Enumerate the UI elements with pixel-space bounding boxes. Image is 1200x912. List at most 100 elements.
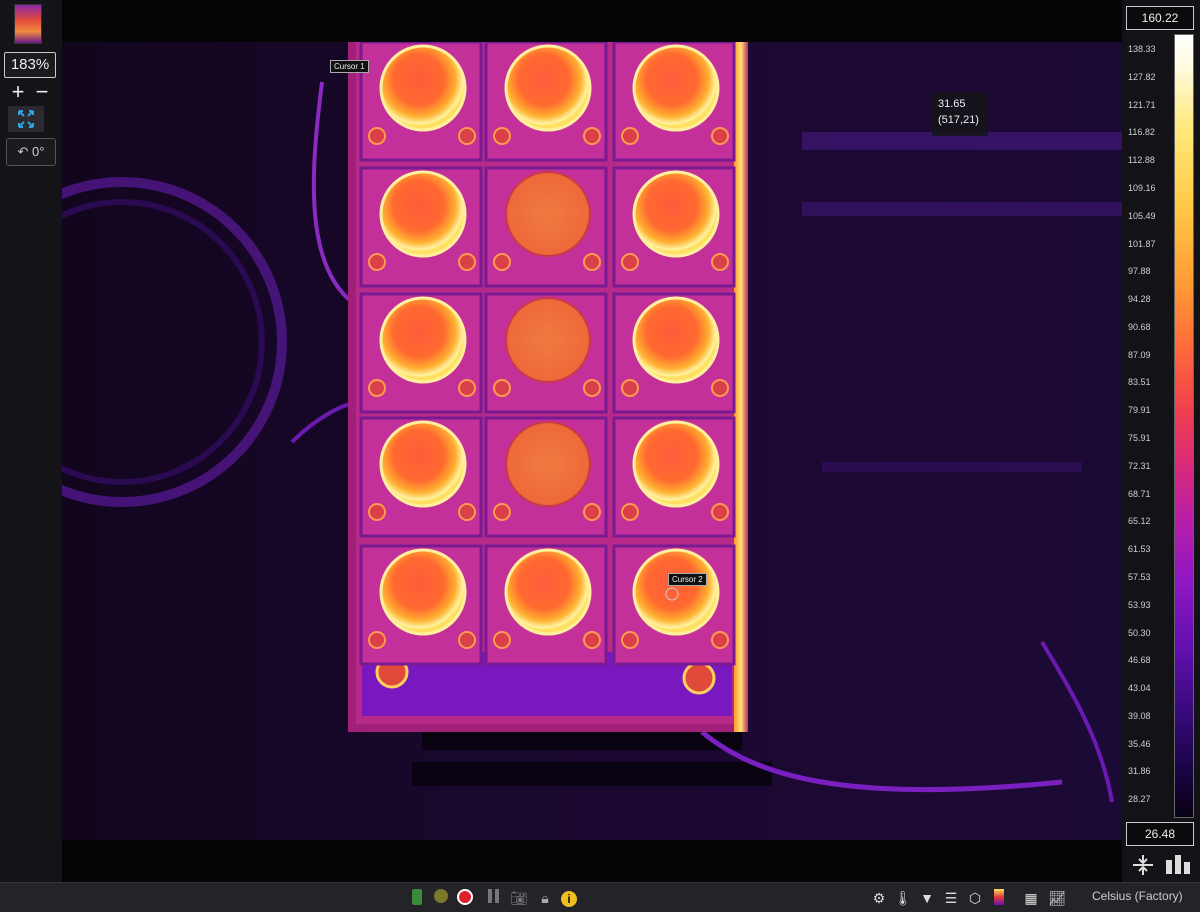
status-bar: 📷︎ 🔒︎ i ⚙ 🌡︎ ▼ ☰ ⬡ ▦ 📈︎ Celsius (Factory… (0, 882, 1200, 912)
palette-tick-label: 28.27 (1128, 794, 1151, 805)
palette-tick-label: 127.82 (1128, 71, 1156, 82)
lock-icon[interactable]: 🔒︎ (536, 889, 554, 907)
sample-disc (505, 171, 591, 257)
palette-max-value[interactable]: 160.22 (1126, 6, 1194, 30)
range-adjust-icon[interactable] (1130, 852, 1156, 878)
palette-min-value[interactable]: 26.48 (1126, 822, 1194, 846)
info-icon[interactable]: i (560, 889, 578, 907)
filter-icon[interactable]: ▼ (918, 889, 936, 907)
cursor-2-label[interactable]: Cursor 2 (668, 573, 707, 586)
screw-marker (493, 127, 511, 145)
screw-marker (621, 379, 639, 397)
palette-tick-label: 43.04 (1128, 683, 1151, 694)
screw-marker (621, 503, 639, 521)
sample-disc (632, 548, 720, 636)
palette-tick-label: 79.91 (1128, 405, 1151, 416)
minus-icon[interactable]: − (32, 81, 52, 103)
fit-to-screen-button[interactable] (8, 106, 44, 132)
readout-coordinates: (517,21) (938, 114, 979, 126)
palette-tick-label: 72.31 (1128, 460, 1151, 471)
screw-marker (711, 631, 729, 649)
left-toolbar: 183% + − ↶ 0° (0, 0, 62, 882)
palette-tick-label: 50.30 (1128, 627, 1151, 638)
record-button[interactable] (456, 889, 474, 907)
sample-disc (379, 44, 467, 132)
palette-tick-label: 112.88 (1128, 155, 1155, 166)
palette-tick-label: 35.46 (1128, 738, 1151, 749)
thermal-image-viewport[interactable]: Cursor 1 Cursor 2 (62, 42, 1122, 840)
screw-marker (368, 379, 386, 397)
screw-marker (583, 379, 601, 397)
screw-marker (458, 503, 476, 521)
palette-settings-icon[interactable] (1164, 852, 1194, 878)
palette-tick-label: 57.53 (1128, 571, 1151, 582)
palette-panel: 160.22 138.33 127.82 121.71 116.82 112.88 109… (1122, 0, 1200, 882)
rotation-value: 0° (32, 144, 45, 159)
chart-icon[interactable]: 📈︎ (1048, 889, 1066, 907)
palette-icon[interactable] (990, 889, 1008, 907)
screw-marker (493, 253, 511, 271)
screw-marker (368, 127, 386, 145)
palette-tick-label: 101.87 (1128, 238, 1156, 249)
thermometer-icon[interactable]: 🌡︎ (894, 889, 912, 907)
3d-box-icon[interactable]: ⬡ (966, 889, 984, 907)
screw-marker (368, 631, 386, 649)
palette-tick-label: 31.86 (1128, 766, 1151, 777)
battery-icon (408, 889, 426, 907)
thermal-image (62, 42, 1122, 840)
table-icon[interactable]: ▦ (1022, 889, 1040, 907)
screw-marker (621, 631, 639, 649)
screw-marker (583, 631, 601, 649)
screw-marker (711, 379, 729, 397)
bottom-strip (62, 840, 1122, 882)
palette-tick-label: 94.28 (1128, 294, 1151, 305)
palette-tick-label: 83.51 (1128, 377, 1151, 388)
sample-disc (505, 297, 591, 383)
palette-tick-label: 116.82 (1128, 127, 1155, 138)
pause-icon[interactable] (484, 889, 502, 907)
sample-disc (379, 170, 467, 258)
screw-marker (458, 631, 476, 649)
sample-disc (505, 421, 591, 507)
temperature-readout: 31.65 (517,21) (932, 92, 988, 136)
cursor-1-label[interactable]: Cursor 1 (330, 60, 369, 73)
screw-marker (458, 253, 476, 271)
sample-disc (379, 548, 467, 636)
screw-marker (583, 253, 601, 271)
screw-marker (711, 253, 729, 271)
settings-gear-icon[interactable]: ⚙ (870, 889, 888, 907)
palette-tick-label: 138.33 (1128, 44, 1156, 54)
palette-tick-label: 109.16 (1128, 182, 1156, 193)
screw-marker (493, 631, 511, 649)
screw-marker (621, 127, 639, 145)
screw-marker (583, 503, 601, 521)
sample-disc (632, 296, 720, 384)
palette-tick-label: 68.71 (1128, 488, 1151, 499)
screw-marker (368, 503, 386, 521)
thermal-viewer-window: 183% + − ↶ 0° Cursor 1 Cursor 2 31.65 (5… (0, 0, 1200, 912)
screw-marker (621, 253, 639, 271)
rotate-button[interactable]: ↶ 0° (6, 138, 56, 166)
top-strip (62, 0, 1122, 42)
palette-tick-label: 39.08 (1128, 710, 1151, 721)
screw-marker (711, 127, 729, 145)
color-palette-bar[interactable] (1174, 34, 1194, 818)
fit-to-screen-icon (18, 110, 34, 128)
palette-tick-label: 75.91 (1128, 433, 1151, 443)
image-thumbnail[interactable] (14, 4, 42, 44)
palette-tick-label: 46.68 (1128, 655, 1151, 666)
screw-marker (493, 503, 511, 521)
palette-tick-label: 90.68 (1128, 321, 1151, 332)
temperature-unit[interactable]: Celsius (Factory) (1092, 889, 1183, 903)
readout-value: 31.65 (938, 98, 966, 110)
adjustments-icon[interactable]: ☰ (942, 889, 960, 907)
zoom-level-display[interactable]: 183% (4, 52, 56, 78)
palette-tick-label: 53.93 (1128, 599, 1151, 610)
palette-tick-label: 105.49 (1128, 210, 1156, 221)
camera-icon[interactable]: 📷︎ (510, 889, 528, 907)
palette-tick-label: 97.88 (1128, 266, 1151, 277)
screw-marker (711, 503, 729, 521)
connection-status-icon (432, 889, 450, 907)
rotate-icon: ↶ (17, 144, 29, 159)
plus-icon[interactable]: + (8, 81, 28, 103)
